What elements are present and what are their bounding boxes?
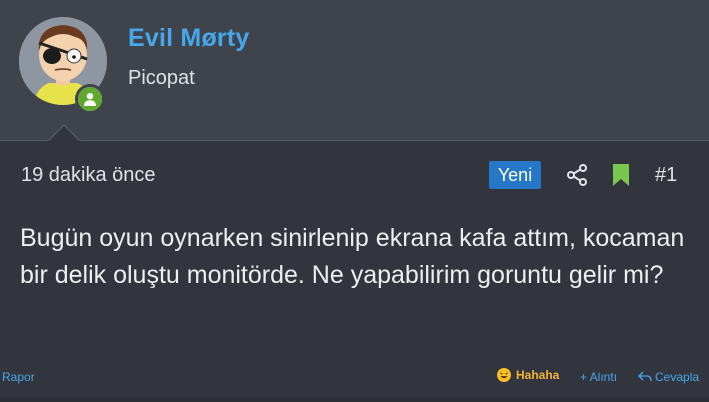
- reply-label: Cevapla: [655, 370, 700, 384]
- laugh-emoji-icon: [497, 368, 511, 382]
- post-timestamp[interactable]: 19 dakika önce: [21, 164, 156, 187]
- quote-link[interactable]: + Alıntı: [580, 370, 617, 384]
- user-title: Picopat: [128, 67, 195, 89]
- online-user-icon: [78, 87, 102, 111]
- post-number-link[interactable]: #1: [655, 164, 677, 187]
- bookmark-icon[interactable]: [612, 163, 630, 187]
- new-badge: Yeni: [489, 161, 541, 189]
- reply-arrow-icon: [638, 371, 652, 382]
- share-icon[interactable]: [566, 164, 588, 186]
- username-link[interactable]: Evil Mørty: [128, 24, 249, 53]
- post-bottom-divider: [0, 398, 709, 402]
- post-content: Bugün oyun oynarken sinirlenip ekrana ka…: [20, 224, 685, 289]
- report-link[interactable]: Rapor: [2, 370, 35, 384]
- reaction-button[interactable]: Hahaha: [497, 368, 559, 382]
- header-pointer: [48, 126, 80, 142]
- reply-link[interactable]: Cevapla: [638, 370, 699, 384]
- online-status-indicator: [75, 84, 105, 114]
- reaction-label: Hahaha: [516, 368, 560, 382]
- post-author-header: Evil Mørty Picopat: [0, 0, 709, 141]
- post-actions-bar: Rapor Hahaha + Alıntı Cevapla: [0, 366, 709, 388]
